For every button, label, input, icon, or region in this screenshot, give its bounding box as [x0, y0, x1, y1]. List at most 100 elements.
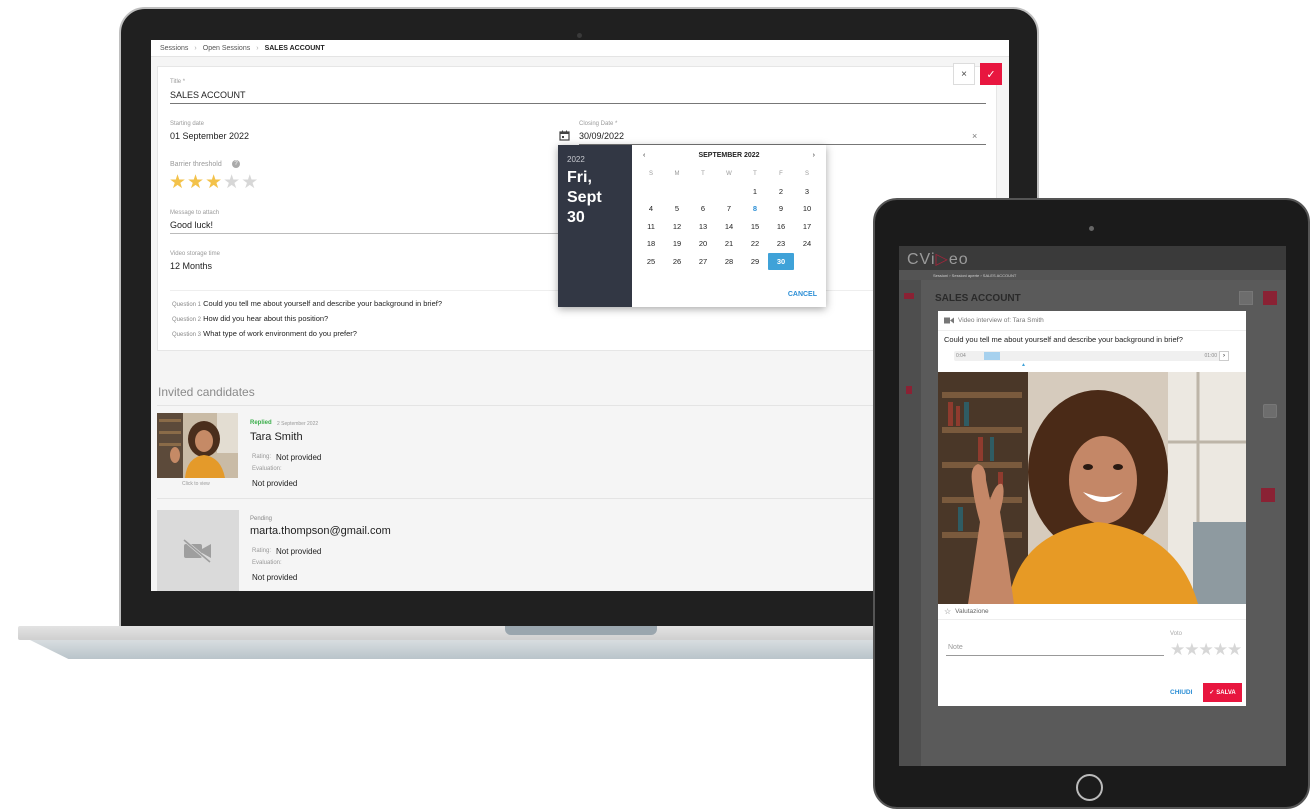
- calendar-day[interactable]: 9: [768, 200, 794, 218]
- breadcrumb-sessions[interactable]: Sessions: [160, 45, 188, 52]
- date-picker-year[interactable]: 2022: [567, 155, 623, 164]
- calendar-day[interactable]: 8: [742, 200, 768, 218]
- calendar-day[interactable]: 1: [742, 183, 768, 201]
- prev-month-icon[interactable]: ‹: [643, 152, 645, 159]
- calendar-icon[interactable]: [559, 130, 570, 141]
- modal-header: Video interview of: Tara Smith: [938, 311, 1246, 331]
- help-icon[interactable]: ?: [232, 160, 240, 168]
- calendar-day[interactable]: 21: [716, 235, 742, 253]
- message-input[interactable]: Good luck!: [170, 220, 213, 230]
- confirm-button[interactable]: ✓: [980, 63, 1002, 85]
- calendar-day[interactable]: 27: [690, 253, 716, 271]
- candidate-video-thumbnail[interactable]: [157, 413, 238, 478]
- voto-label: Voto: [1170, 631, 1183, 637]
- evaluation-value: Not provided: [252, 573, 298, 582]
- breadcrumb: Sessions › Open Sessions › SALES ACCOUNT: [151, 40, 1009, 57]
- calendar-day[interactable]: 7: [716, 200, 742, 218]
- calendar-day[interactable]: 14: [716, 218, 742, 236]
- message-underline: [170, 233, 560, 234]
- title-input[interactable]: SALES ACCOUNT: [170, 90, 246, 100]
- star-icon[interactable]: ★: [169, 173, 186, 192]
- title-label: Title *: [170, 79, 186, 85]
- calendar-day[interactable]: 16: [768, 218, 794, 236]
- calendar-day[interactable]: 11: [638, 218, 664, 236]
- calendar-day[interactable]: 6: [690, 200, 716, 218]
- calendar-day[interactable]: 5: [664, 200, 690, 218]
- title-underline: [170, 103, 986, 104]
- starting-date-label: Starting date: [170, 121, 205, 127]
- calendar-day[interactable]: 26: [664, 253, 690, 271]
- calendar-day[interactable]: 20: [690, 235, 716, 253]
- calendar-day[interactable]: 2: [768, 183, 794, 201]
- calendar-day[interactable]: 19: [664, 235, 690, 253]
- candidate-email[interactable]: marta.thompson@gmail.com: [250, 525, 391, 537]
- rating-value: Not provided: [276, 453, 322, 462]
- closing-date-label: Closing Date *: [579, 121, 618, 127]
- star-icon[interactable]: ★: [223, 173, 240, 192]
- weekday-label: M: [674, 170, 680, 177]
- calendar-day[interactable]: 25: [638, 253, 664, 271]
- voto-rating[interactable]: ★★★★★: [1170, 640, 1242, 660]
- modal-title: Video interview of: Tara Smith: [958, 317, 1044, 324]
- star-icon[interactable]: ★: [187, 173, 204, 192]
- discard-button[interactable]: [1239, 291, 1253, 305]
- calendar-day[interactable]: 22: [742, 235, 768, 253]
- tablet-camera: [1089, 226, 1094, 231]
- clear-date-icon[interactable]: ×: [972, 131, 977, 141]
- breadcrumb-open-sessions[interactable]: Open Sessions: [203, 45, 250, 52]
- candidate-name[interactable]: Tara Smith: [250, 431, 303, 443]
- video-interview-modal: Video interview of: Tara Smith Could you…: [938, 311, 1246, 706]
- closing-date-input[interactable]: 30/09/2022: [579, 131, 624, 141]
- barrier-threshold-rating[interactable]: ★ ★ ★ ★ ★: [169, 173, 258, 192]
- save-button[interactable]: ✓ SALVA: [1203, 683, 1242, 702]
- date-picker-header: 2022 Fri, Sept 30: [558, 145, 632, 307]
- date-picker-cancel-button[interactable]: CANCEL: [788, 291, 817, 298]
- video-timeline[interactable]: 0:04 01:00 ›: [954, 351, 1229, 361]
- add-candidate-button[interactable]: [1261, 488, 1275, 502]
- tablet-sidebar: [899, 280, 921, 766]
- close-button[interactable]: CHIUDI: [1170, 689, 1192, 696]
- date-picker-calendar: ‹ SEPTEMBER 2022 › S M T W T F S 1 2 3 4 5 6 7 8 9 10 11 1…: [632, 145, 826, 307]
- sidebar-doc-icon[interactable]: [906, 386, 912, 394]
- weekday-label: W: [726, 170, 732, 177]
- question-text: What type of work environment do you pre…: [203, 329, 357, 338]
- chevron-right-icon: ›: [1223, 353, 1225, 359]
- next-month-icon[interactable]: ›: [813, 152, 815, 159]
- calendar-day[interactable]: 3: [794, 183, 820, 201]
- video-player[interactable]: [938, 372, 1246, 604]
- message-label: Message to attach: [170, 210, 220, 216]
- collapse-button[interactable]: [1263, 404, 1277, 418]
- confirm-button[interactable]: [1263, 291, 1277, 305]
- next-question-button[interactable]: ›: [1219, 351, 1229, 361]
- discard-button[interactable]: ×: [953, 63, 975, 85]
- calendar-day[interactable]: 4: [638, 200, 664, 218]
- sidebar-video-icon[interactable]: [904, 293, 914, 299]
- video-storage-select[interactable]: 12 Months: [170, 261, 212, 271]
- calendar-day[interactable]: 17: [794, 218, 820, 236]
- calendar-day-selected[interactable]: 30: [768, 252, 794, 270]
- timeline-progress: [984, 352, 1000, 360]
- starting-date-input[interactable]: 01 September 2022: [170, 131, 249, 141]
- calendar-day[interactable]: 15: [742, 218, 768, 236]
- calendar-day[interactable]: 18: [638, 235, 664, 253]
- weekday-label: T: [753, 170, 757, 177]
- rating-label: Rating:: [252, 454, 272, 460]
- rating-value: Not provided: [276, 547, 322, 556]
- calendar-day[interactable]: 29: [742, 253, 768, 271]
- calendar-day[interactable]: 24: [794, 235, 820, 253]
- star-icon[interactable]: ★: [241, 173, 258, 192]
- app-topbar: CVi▷eo: [899, 246, 1286, 270]
- note-input[interactable]: Note: [948, 644, 963, 651]
- status-badge: Replied: [250, 420, 272, 426]
- calendar-day[interactable]: 23: [768, 235, 794, 253]
- empty-day: [638, 183, 664, 201]
- divider: [157, 498, 997, 499]
- star-icon[interactable]: ★: [205, 173, 222, 192]
- calendar-day[interactable]: 13: [690, 218, 716, 236]
- calendar-day[interactable]: 28: [716, 253, 742, 271]
- question-number: Question 1: [172, 302, 202, 308]
- calendar-day[interactable]: 10: [794, 200, 820, 218]
- date-picker: 2022 Fri, Sept 30 ‹ SEPTEMBER 2022 › SMT…: [558, 145, 826, 307]
- date-picker-month: SEPTEMBER 2022: [698, 152, 760, 159]
- calendar-day[interactable]: 12: [664, 218, 690, 236]
